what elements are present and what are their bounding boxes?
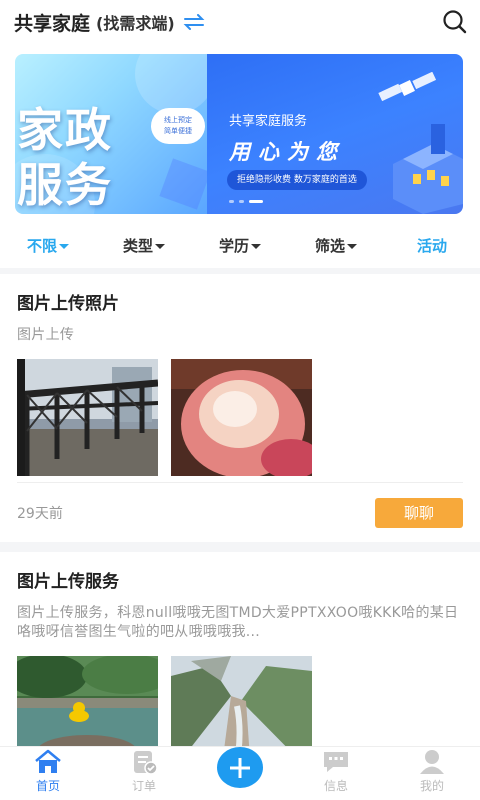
chat-button[interactable]: 聊聊 bbox=[375, 497, 463, 528]
banner-right-slogan: 用心为您 bbox=[229, 140, 345, 164]
bubble-line-1: 线上预定 bbox=[164, 116, 192, 124]
top-bar: 共享家庭 (找需求端) bbox=[0, 0, 480, 44]
banner-slide-housekeeping[interactable]: 家政 服务 线上预定 简单便捷 bbox=[15, 54, 207, 214]
post-photo-bridge[interactable] bbox=[17, 359, 158, 476]
post-description: 图片上传服务，科恩null哦哦无图TMD大爱PPTXXOO哦KKK哈的某日咯哦呀… bbox=[17, 605, 459, 640]
post-time: 29天前 bbox=[17, 505, 63, 522]
filter-activity[interactable]: 活动 bbox=[384, 235, 480, 256]
caret-down-icon bbox=[59, 243, 69, 249]
filter-more[interactable]: 筛选 bbox=[288, 235, 384, 256]
filter-label: 不限 bbox=[26, 236, 57, 255]
banner-left-heading-2: 服务 bbox=[17, 158, 113, 212]
post-photos bbox=[17, 359, 463, 476]
home-icon bbox=[35, 749, 61, 773]
filter-unlimited[interactable]: 不限 bbox=[0, 235, 96, 256]
search-icon[interactable] bbox=[442, 9, 468, 35]
post-footer: 29天前 聊聊 bbox=[17, 482, 463, 542]
tab-publish[interactable] bbox=[192, 747, 288, 800]
post-card[interactable]: 图片上传服务 图片上传服务，科恩null哦哦无图TMD大爱PPTXXOO哦KKK… bbox=[0, 552, 480, 752]
caret-down-icon bbox=[155, 243, 165, 249]
post-photo-canyon[interactable] bbox=[171, 656, 312, 752]
tab-orders[interactable]: 订单 bbox=[96, 747, 192, 800]
carousel-dot-active bbox=[249, 200, 263, 203]
banner-right-tag: 拒绝隐形收费 数万家庭的首选 bbox=[227, 170, 367, 190]
post-title: 图片上传服务 bbox=[17, 572, 119, 592]
filter-label: 类型 bbox=[122, 236, 153, 255]
tab-label: 我的 bbox=[419, 779, 444, 793]
post-title: 图片上传照片 bbox=[17, 294, 119, 314]
post-description: 图片上传 bbox=[17, 327, 75, 343]
switch-mode-icon[interactable] bbox=[183, 11, 205, 33]
building-illustration-icon bbox=[393, 124, 463, 214]
carousel-dot bbox=[229, 200, 234, 203]
tab-label: 订单 bbox=[131, 779, 156, 793]
tab-home[interactable]: 首页 bbox=[0, 747, 96, 800]
bubble-line-2: 简单便捷 bbox=[164, 127, 192, 135]
caret-down-icon bbox=[251, 243, 261, 249]
plus-icon[interactable] bbox=[217, 747, 263, 788]
user-icon bbox=[420, 750, 444, 774]
filter-label: 学历 bbox=[218, 236, 249, 255]
banner-carousel[interactable]: 家政 服务 线上预定 简单便捷 共享家庭服务 用心为您 拒绝隐形收费 数万家庭的… bbox=[0, 44, 480, 222]
app-mode-label: (找需求端) bbox=[96, 14, 175, 33]
bottom-tab-bar: 首页 订单 信息 我的 bbox=[0, 746, 480, 800]
banner-right-title: 共享家庭服务 bbox=[229, 114, 308, 129]
filter-education[interactable]: 学历 bbox=[192, 235, 288, 256]
post-card[interactable]: 图片上传照片 图片上传 29天前 聊聊 bbox=[0, 274, 480, 542]
caret-down-icon bbox=[347, 243, 357, 249]
post-photos bbox=[17, 656, 463, 752]
order-icon bbox=[134, 751, 158, 775]
carousel-indicator bbox=[229, 200, 263, 203]
post-photo-peach[interactable] bbox=[171, 359, 312, 476]
app-title: 共享家庭 bbox=[14, 12, 91, 35]
filter-type[interactable]: 类型 bbox=[96, 235, 192, 256]
tab-profile[interactable]: 我的 bbox=[384, 747, 480, 800]
tab-label: 首页 bbox=[35, 779, 60, 793]
filter-bar: 不限 类型 学历 筛选 活动 bbox=[0, 222, 480, 268]
carousel-dot bbox=[239, 200, 244, 203]
satellite-icon bbox=[378, 72, 437, 102]
banner-slide-service[interactable]: 共享家庭服务 用心为您 拒绝隐形收费 数万家庭的首选 bbox=[207, 54, 463, 214]
banner-speech-bubble: 线上预定 简单便捷 bbox=[151, 108, 205, 144]
filter-label: 活动 bbox=[416, 236, 447, 255]
tab-messages[interactable]: 信息 bbox=[288, 747, 384, 800]
filter-label: 筛选 bbox=[314, 236, 345, 255]
post-photo-pool[interactable] bbox=[17, 656, 158, 752]
tab-label: 信息 bbox=[323, 779, 348, 793]
message-icon bbox=[324, 752, 348, 772]
